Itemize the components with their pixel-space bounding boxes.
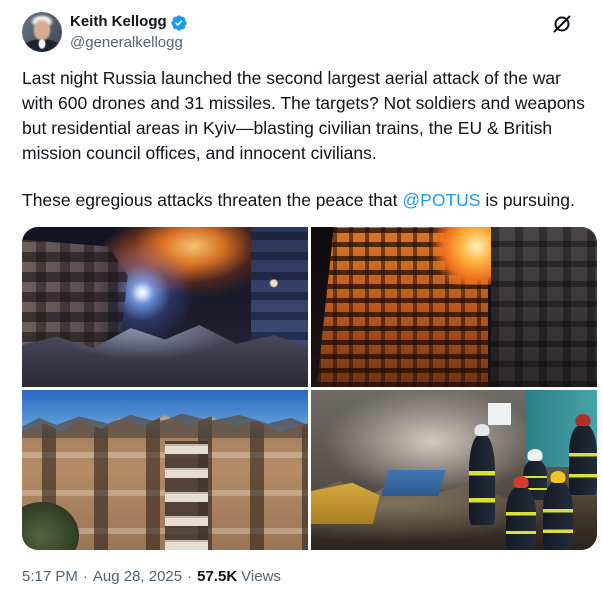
photo-3-debris <box>22 413 308 438</box>
photo-4-tarp <box>381 470 446 496</box>
tweet-paragraph-2-end: is pursuing. <box>480 190 575 210</box>
tweet-paragraph-1: Last night Russia launched the second la… <box>22 68 585 163</box>
photo-4-firefighter <box>506 487 536 550</box>
tweet-paragraph-2: These egregious attacks threaten the pea… <box>22 188 592 213</box>
photo-4-excavator <box>311 482 380 525</box>
verified-badge-glyph <box>170 14 187 31</box>
photo-4-firefighter <box>569 425 597 495</box>
separator: · <box>187 568 193 585</box>
verified-badge-icon <box>170 14 188 32</box>
photo-1-building <box>22 239 128 352</box>
photo-4[interactable] <box>311 390 597 550</box>
media-grid <box>22 227 597 550</box>
mention-potus[interactable]: @POTUS <box>402 190 480 210</box>
separator: · <box>82 568 88 585</box>
photo-3-balcony <box>165 441 208 550</box>
photo-2[interactable] <box>311 227 597 387</box>
avatar[interactable] <box>22 12 62 52</box>
views-label: Views <box>241 568 281 585</box>
photo-2-right-building <box>491 227 597 387</box>
author-name-row: Keith Kellogg <box>70 12 188 32</box>
photo-3[interactable] <box>22 390 308 550</box>
photo-1[interactable] <box>22 227 308 387</box>
author-name[interactable]: Keith Kellogg <box>70 12 167 32</box>
tweet-paragraph-2-text: These egregious attacks threaten the pea… <box>22 190 403 210</box>
post-date[interactable]: Aug 28, 2025 <box>93 567 182 587</box>
tweet-card: Keith Kellogg @generalkellogg Last night… <box>0 0 603 600</box>
photo-1-right-building <box>250 227 308 352</box>
tweet-text: Last night Russia launched the second la… <box>22 66 592 213</box>
author-handle[interactable]: @generalkellogg <box>70 33 183 53</box>
tweet-footer: 5:17 PM · Aug 28, 2025 · 57.5K Views <box>22 567 281 587</box>
grok-glyph <box>553 15 571 33</box>
post-time[interactable]: 5:17 PM <box>22 567 78 587</box>
photo-4-firefighter <box>543 482 573 550</box>
photo-4-window <box>488 402 512 426</box>
views-count: 57.5K <box>197 568 238 585</box>
photo-4-firefighter <box>469 435 495 525</box>
grok-icon[interactable] <box>551 13 573 35</box>
